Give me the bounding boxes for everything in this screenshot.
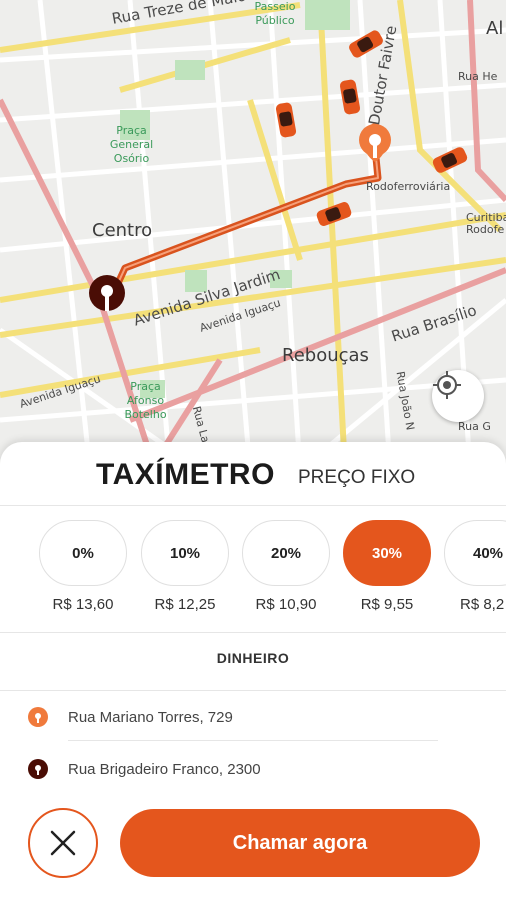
map-label-street: Rua G [458, 420, 491, 433]
divider [0, 505, 506, 506]
discount-price: R$ 12,25 [154, 596, 216, 613]
origin-address-row[interactable]: Rua Mariano Torres, 729 [28, 705, 233, 729]
destination-pin-icon [89, 275, 125, 311]
fare-type-tabs: TAXÍMETRO PREÇO FIXO [0, 458, 506, 498]
taxi-icon [432, 147, 468, 173]
crosshair-icon [433, 371, 461, 399]
map[interactable]: Rua Treze de Maio Passeio Público Praça … [0, 0, 506, 470]
discount-option-20[interactable]: 20% R$ 10,90 [242, 520, 330, 613]
map-label-park: Praça General Osório [109, 124, 154, 165]
origin-pin-icon [28, 707, 48, 727]
discount-options: 0% R$ 13,60 10% R$ 12,25 20% R$ 10,90 30… [0, 520, 506, 630]
map-label-district: Centro [92, 220, 153, 241]
taxi-icon [339, 79, 361, 115]
taxi-icon [275, 102, 297, 138]
discount-option-30[interactable]: 30% R$ 9,55 [343, 520, 431, 613]
origin-pin-icon [359, 122, 391, 162]
close-icon [50, 830, 76, 856]
map-label-poi: Curitiba Rodofe [466, 211, 506, 236]
discount-option-10[interactable]: 10% R$ 12,25 [141, 520, 229, 613]
map-label-street: Al [486, 18, 504, 39]
tab-taximetro[interactable]: TAXÍMETRO [96, 458, 275, 492]
taxi-markers [89, 30, 468, 311]
payment-method[interactable]: DINHEIRO [0, 650, 506, 666]
tab-preco-fixo[interactable]: PREÇO FIXO [298, 467, 415, 489]
map-label-park: Praça Afonso Botelho [124, 380, 167, 421]
divider [68, 740, 438, 741]
destination-address-row[interactable]: Rua Brigadeiro Franco, 2300 [28, 757, 261, 781]
taxi-icon [316, 202, 352, 226]
map-label-district: Rebouças [282, 345, 369, 366]
discount-label: 30% [343, 520, 431, 586]
discount-option-40[interactable]: 40% R$ 8,2 [444, 520, 506, 613]
discount-label: 0% [39, 520, 127, 586]
map-label-poi: Rodoferroviária [366, 180, 451, 193]
ride-options-sheet: TAXÍMETRO PREÇO FIXO 0% R$ 13,60 10% R$ … [0, 442, 506, 900]
locate-me-button[interactable] [432, 370, 484, 422]
discount-label: 40% [444, 520, 506, 586]
divider [0, 632, 506, 633]
discount-label: 20% [242, 520, 330, 586]
discount-option-0[interactable]: 0% R$ 13,60 [39, 520, 127, 613]
discount-price: R$ 8,2 [460, 596, 505, 613]
origin-address: Rua Mariano Torres, 729 [68, 708, 233, 726]
destination-address: Rua Brigadeiro Franco, 2300 [68, 760, 261, 778]
discount-price: R$ 10,90 [255, 596, 317, 613]
map-label-park: Passeio Público [254, 0, 296, 27]
divider [0, 690, 506, 691]
call-now-button[interactable]: Chamar agora [120, 809, 480, 877]
discount-price: R$ 13,60 [52, 596, 114, 613]
map-label-street: Rua He [458, 70, 498, 83]
discount-price: R$ 9,55 [360, 596, 414, 613]
destination-pin-icon [28, 759, 48, 779]
discount-label: 10% [141, 520, 229, 586]
cancel-button[interactable] [28, 808, 98, 878]
